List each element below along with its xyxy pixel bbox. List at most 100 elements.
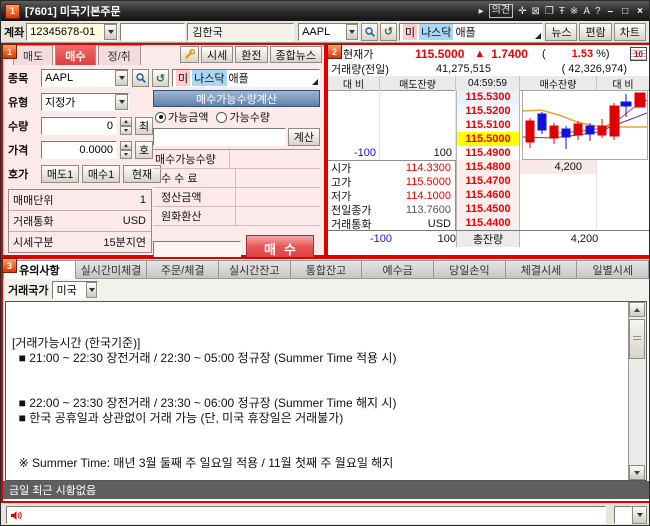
trade-currency-value: USD xyxy=(427,218,451,230)
opinion-button[interactable]: 의견 xyxy=(488,4,514,18)
tab-sell[interactable]: 매도 xyxy=(13,45,54,65)
plug-icon[interactable]: ✛ xyxy=(518,6,526,17)
symbol-combo[interactable] xyxy=(298,22,360,41)
settings-wrench-button[interactable] xyxy=(180,46,200,63)
ask-price: 115.5300 xyxy=(456,90,520,104)
exchange-button[interactable]: 환전 xyxy=(235,46,268,63)
sell1-button[interactable]: 매도1 xyxy=(41,165,79,183)
close-button[interactable]: × xyxy=(635,6,645,17)
tab-fill-quote[interactable]: 체결시세 xyxy=(505,260,578,279)
arrow-icon: ▸ xyxy=(478,5,484,17)
quantity-input[interactable] xyxy=(41,117,117,135)
guide-button[interactable]: 편람 xyxy=(579,22,612,41)
depth-10-button[interactable]: 10 xyxy=(630,47,647,61)
scroll-down-button[interactable] xyxy=(629,465,645,480)
low-value: 114.1000 xyxy=(405,190,451,202)
pin-icon[interactable]: Ŧ xyxy=(559,6,565,17)
order-symbol-input[interactable] xyxy=(42,70,116,86)
market-status-bar: 금일 최근 시황없음 xyxy=(3,481,649,499)
symbol-dropdown-button[interactable] xyxy=(346,23,359,40)
buy1-button[interactable]: 매수1 xyxy=(82,165,120,183)
expand-icon[interactable]: ※ xyxy=(570,6,578,17)
order-symbol-search-button[interactable] xyxy=(132,69,149,87)
tab-daily-quote[interactable]: 일별시세 xyxy=(577,260,649,279)
news-button[interactable]: 뉴스 xyxy=(545,22,578,41)
stock-name: 애플 xyxy=(228,73,249,85)
paren-close: %) xyxy=(596,47,610,60)
fee-label: 수 수 료 xyxy=(153,169,236,187)
ask-price: 115.4900 xyxy=(456,146,520,160)
tab-realtime-balance[interactable]: 실시간잔고 xyxy=(219,260,291,279)
order-type-value[interactable] xyxy=(42,94,116,110)
order-symbol-combo[interactable] xyxy=(41,69,129,87)
currency-label: 거래통화 xyxy=(13,216,54,228)
country-value[interactable] xyxy=(53,282,87,298)
total-bid-qty: 4,200 xyxy=(570,233,599,245)
order-type-combo[interactable] xyxy=(41,93,129,111)
unit-value: 1 xyxy=(139,194,146,206)
orderbook-total-row: -100 100 총잔량 4,200 xyxy=(328,230,649,247)
price-stepper[interactable] xyxy=(120,141,132,159)
help-icon[interactable]: ? xyxy=(595,6,601,17)
calc-amount-input[interactable] xyxy=(153,128,286,146)
chart-button[interactable]: 차트 xyxy=(613,22,646,41)
calc-button[interactable]: 계산 xyxy=(287,128,320,146)
tab-combined-balance[interactable]: 통합잔고 xyxy=(290,260,363,279)
quantity-stepper[interactable] xyxy=(120,117,132,135)
current-price-cell: 115.5000 xyxy=(456,132,520,146)
country-combo[interactable] xyxy=(52,281,99,299)
screenshot-icon[interactable]: ⊠ xyxy=(531,6,539,17)
search-icon xyxy=(135,73,146,83)
ticker-select-combo[interactable] xyxy=(614,506,647,524)
order-type-dropdown[interactable] xyxy=(115,94,128,110)
scroll-thumb[interactable] xyxy=(629,319,645,359)
ticker-dropdown-button[interactable] xyxy=(632,506,647,524)
title-bar: 1 [7601] 미국기본주문 ▸ 의견 ✛ ⊠ ❐ Ŧ ※ A ? – □ × xyxy=(1,1,649,21)
account-password-input[interactable] xyxy=(120,22,186,41)
account-toolbar: 계좌 김한국 ↺ 미 나스닥 애플 뉴스 편람 차트 xyxy=(1,21,649,43)
scrollbar[interactable] xyxy=(628,302,646,480)
refresh-icon[interactable]: ↺ xyxy=(380,22,397,41)
col-ask-qty: 매도잔량 xyxy=(380,76,456,91)
tab-daily-pnl[interactable]: 당일손익 xyxy=(434,260,506,279)
tab-deposit[interactable]: 예수금 xyxy=(362,260,435,279)
hoga-price-button[interactable]: 호 xyxy=(135,141,153,159)
price-value[interactable] xyxy=(42,144,116,156)
symbol-code-input[interactable] xyxy=(299,23,347,40)
max-quantity-button[interactable]: 최 xyxy=(135,117,153,135)
scroll-up-button[interactable] xyxy=(629,302,645,317)
copy-window-icon[interactable]: ❐ xyxy=(545,6,554,17)
order-symbol-dropdown[interactable] xyxy=(115,70,128,86)
country-label: 거래국가 xyxy=(8,285,49,297)
prev-volume-value: ( 42,326,974) xyxy=(561,62,627,75)
minimize-button[interactable]: – xyxy=(606,6,616,17)
account-combo[interactable] xyxy=(26,22,119,41)
change-percent: 1.53 xyxy=(571,47,594,60)
radio-available-quantity[interactable]: 가능수량 xyxy=(216,109,270,125)
bid-price: 115.4700 xyxy=(456,174,520,188)
quantity-value[interactable] xyxy=(42,120,116,132)
bottom-tab-strip: 유의사항 실시간미체결 주문/체결 실시간잔고 통합잔고 예수금 당일손익 체결… xyxy=(3,259,649,279)
tab-buy[interactable]: 매수 xyxy=(55,45,96,65)
symbol-search-button[interactable] xyxy=(361,22,379,41)
country-row: 거래국가 xyxy=(3,279,649,301)
radio-available-amount[interactable]: 가능금액 xyxy=(155,109,208,125)
country-flag-chip: 미 xyxy=(402,23,418,40)
order-refresh-icon[interactable]: ↺ xyxy=(152,69,169,87)
country-dropdown-button[interactable] xyxy=(86,282,98,298)
feed-value: 15분지연 xyxy=(103,237,146,249)
daily-stats-box: 시가 114.3300 고가 115.5000 저가 114.1000 전일종가… xyxy=(328,160,456,231)
account-number-input[interactable] xyxy=(27,23,105,40)
tab-realtime-unfilled[interactable]: 실시간미체결 xyxy=(75,260,148,279)
maximize-button[interactable]: □ xyxy=(620,6,630,17)
account-dropdown-button[interactable] xyxy=(104,23,118,40)
font-icon[interactable]: A xyxy=(583,6,590,17)
candlestick-chart-icon xyxy=(522,92,648,149)
combined-news-button[interactable]: 종합뉴스 xyxy=(269,46,322,63)
paren-open: ( xyxy=(541,47,546,60)
tab-modify-cancel[interactable]: 정/취 xyxy=(97,45,141,65)
quote-panel: 2 현재가 115.5000 ▲ 1.7400 ( 1.53 %) 10 거래량… xyxy=(326,43,649,257)
quote-button[interactable]: 시세 xyxy=(201,46,234,63)
tab-order-fill[interactable]: 주문/체결 xyxy=(147,260,220,279)
price-input[interactable] xyxy=(41,141,117,159)
